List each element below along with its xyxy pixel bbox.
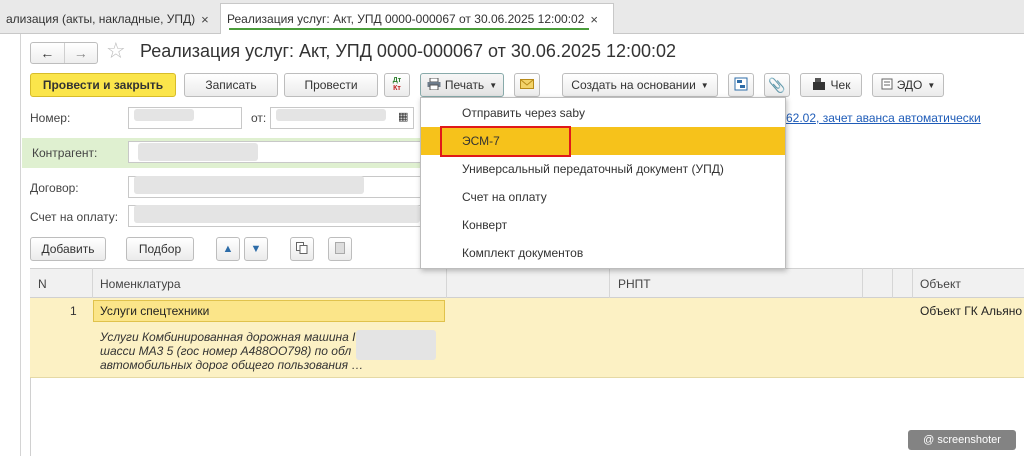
tab-bar: ализация (акты, накладные, УПД) × Реализ… xyxy=(0,0,1024,34)
print-button[interactable]: Печать ▼ xyxy=(420,73,504,97)
edo-button[interactable]: ЭДО ▼ xyxy=(872,73,944,97)
arrow-down-icon: ▼ xyxy=(250,243,262,255)
accounting-settings-link[interactable]: 62.02, зачет аванса автоматически xyxy=(786,111,981,125)
paperclip-icon: 📎 xyxy=(768,76,786,93)
column-header-n[interactable]: N xyxy=(38,277,47,291)
redacted-value xyxy=(134,176,364,194)
move-down-button[interactable]: ▼ xyxy=(244,237,268,261)
calendar-icon[interactable]: ▦ xyxy=(398,110,408,123)
dt-kt-report-button[interactable]: Дт Кт xyxy=(384,73,410,97)
document-structure-icon xyxy=(734,77,748,94)
kt-label: Кт xyxy=(393,85,401,92)
post-and-close-button[interactable]: Провести и закрыть xyxy=(30,73,176,97)
structure-button[interactable] xyxy=(728,73,754,97)
highlight-annotation xyxy=(440,126,571,157)
column-header-object[interactable]: Объект xyxy=(920,277,961,291)
menu-item-document-set[interactable]: Комплект документов xyxy=(421,239,785,267)
cash-register-icon xyxy=(812,77,826,93)
history-nav: ← → xyxy=(30,42,98,64)
kontragent-label: Контрагент: xyxy=(32,146,98,160)
attachments-button[interactable]: 📎 xyxy=(764,73,790,97)
menu-item-invoice[interactable]: Счет на оплату xyxy=(421,183,785,211)
email-button[interactable] xyxy=(514,73,540,97)
edo-label: ЭДО xyxy=(896,78,923,92)
page-title: Реализация услуг: Акт, УПД 0000-000067 о… xyxy=(140,41,677,61)
move-up-button[interactable]: ▲ xyxy=(216,237,240,261)
add-row-button[interactable]: Добавить xyxy=(30,237,106,261)
column-header-nomenclature[interactable]: Номенклатура xyxy=(100,277,181,291)
arrow-up-icon: ▲ xyxy=(222,243,234,255)
redacted-value xyxy=(134,109,194,121)
tab-label: Реализация услуг: Акт, УПД 0000-000067 о… xyxy=(227,12,585,26)
tab-sales-list[interactable]: ализация (акты, накладные, УПД) × xyxy=(0,4,218,34)
delete-row-button[interactable] xyxy=(328,237,352,261)
edo-icon xyxy=(881,78,893,93)
tab-sales-document[interactable]: Реализация услуг: Акт, УПД 0000-000067 о… xyxy=(220,3,614,34)
chevron-down-icon: ▼ xyxy=(489,80,498,90)
create-based-on-label: Создать на основании xyxy=(571,78,696,92)
chevron-down-icon: ▼ xyxy=(700,80,709,90)
copy-icon xyxy=(296,241,308,257)
menu-item-envelope[interactable]: Конверт xyxy=(421,211,785,239)
menu-item-upd[interactable]: Универсальный передаточный документ (УПД… xyxy=(421,155,785,183)
save-button[interactable]: Записать xyxy=(184,73,278,97)
active-tab-indicator xyxy=(229,28,589,30)
redacted-value xyxy=(356,330,436,360)
pick-button[interactable]: Подбор xyxy=(126,237,194,261)
redacted-value xyxy=(134,205,420,223)
printer-icon xyxy=(427,77,441,93)
nomenclature-cell[interactable]: Услуги спецтехники xyxy=(93,300,445,322)
close-icon[interactable]: × xyxy=(201,12,209,27)
document-icon xyxy=(334,241,346,257)
tab-label: ализация (акты, накладные, УПД) xyxy=(6,12,196,26)
receipt-button[interactable]: Чек xyxy=(800,73,862,97)
screenshoter-watermark: @ screenshoter xyxy=(908,430,1016,450)
date-label: от: xyxy=(251,111,267,125)
forward-arrow-icon[interactable]: → xyxy=(63,43,98,63)
copy-row-button[interactable] xyxy=(290,237,314,261)
column-header-rnpt[interactable]: РНПТ xyxy=(618,277,651,291)
redacted-value xyxy=(138,143,258,161)
post-button[interactable]: Провести xyxy=(284,73,378,97)
table-header: N Номенклатура РНПТ Объект xyxy=(30,268,1024,298)
chevron-down-icon: ▼ xyxy=(927,80,936,90)
close-icon[interactable]: × xyxy=(590,12,598,27)
menu-item-send-saby[interactable]: Отправить через saby xyxy=(421,99,785,127)
dt-label: Дт xyxy=(392,77,402,84)
redacted-value xyxy=(276,109,386,121)
print-menu: Отправить через saby ЭСМ-7 Универсальный… xyxy=(420,97,786,269)
object-cell[interactable]: Объект ГК Альяно xyxy=(920,304,1022,318)
envelope-icon xyxy=(520,78,534,92)
left-divider xyxy=(20,34,21,456)
favorite-star-icon[interactable]: ☆ xyxy=(106,38,126,64)
number-label: Номер: xyxy=(30,111,71,125)
invoice-label: Счет на оплату: xyxy=(30,210,119,224)
print-label: Печать xyxy=(444,78,485,92)
row-number: 1 xyxy=(70,304,77,318)
dogovor-label: Договор: xyxy=(30,181,79,195)
receipt-label: Чек xyxy=(830,78,851,92)
back-arrow-icon[interactable]: ← xyxy=(31,43,64,63)
description-line: автомобильных дорог общего пользования … xyxy=(100,358,364,372)
create-based-on-button[interactable]: Создать на основании ▼ xyxy=(562,73,718,97)
